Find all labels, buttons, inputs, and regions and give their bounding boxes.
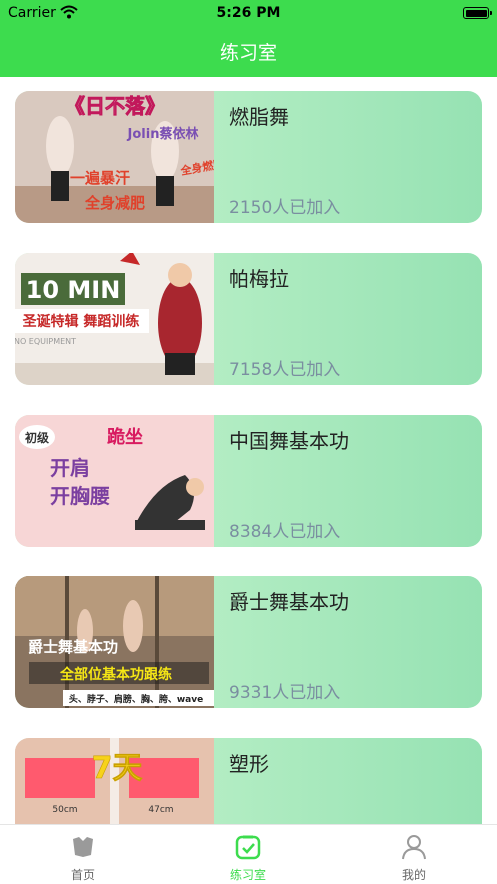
- course-joined-count: 8384人已加入: [229, 522, 341, 542]
- course-title: 爵士舞基本功: [229, 590, 349, 614]
- tab-label: 练习室: [229, 868, 266, 882]
- course-thumbnail: 10 MIN 圣诞特辑 舞蹈训练 NO EQUIPMENT: [15, 253, 214, 385]
- thumb-sub-text: 圣诞特辑 舞蹈训练: [22, 313, 140, 330]
- thumb-line3-text: 头、脖子、肩膀、胸、胯、wave: [69, 693, 203, 705]
- thumb-line2-text: 全身减肥: [84, 194, 145, 212]
- tab-label: 首页: [70, 868, 95, 882]
- thumb-line1-text: 爵士舞基本功: [28, 638, 118, 656]
- thumb-left-text: 50cm: [52, 805, 77, 815]
- page-title: 练习室: [219, 42, 277, 64]
- course-card-pamela[interactable]: 10 MIN 圣诞特辑 舞蹈训练 NO EQUIPMENT 帕梅拉 7158人已…: [15, 253, 482, 385]
- thumb-artist-text: Jolin蔡依林: [127, 126, 199, 142]
- thumb-small-text: NO EQUIPMENT: [15, 337, 76, 346]
- battery-icon: [463, 7, 492, 19]
- app-header: Carrier 5:26 PM 练习室: [0, 0, 497, 77]
- course-joined-count: 2150人已加入: [229, 198, 341, 218]
- tab-home[interactable]: 首页: [23, 825, 143, 884]
- thumb-big-text: 7天: [92, 751, 143, 786]
- course-card-fat-burn-dance[interactable]: 《日不落》 Jolin蔡依林 一遍暴汗 全身减肥 全身燃脂 燃脂舞 2150人已…: [15, 91, 482, 223]
- thumb-tag-text: 初级: [25, 430, 49, 445]
- course-title: 塑形: [229, 752, 269, 776]
- thumb-badge-text: 10 MIN: [26, 276, 121, 304]
- course-thumbnail: 7天 50cm 47cm: [15, 738, 214, 824]
- course-joined-count: 7158人已加入: [229, 360, 341, 380]
- course-title: 帕梅拉: [229, 267, 289, 291]
- course-title: 中国舞基本功: [229, 429, 349, 453]
- course-title: 燃脂舞: [229, 105, 289, 129]
- course-list[interactable]: 《日不落》 Jolin蔡依林 一遍暴汗 全身减肥 全身燃脂 燃脂舞 2150人已…: [0, 77, 497, 824]
- profile-icon: [402, 835, 426, 860]
- home-icon: [73, 837, 93, 857]
- thumb-line2-text: 开胸腰: [50, 484, 110, 508]
- tab-label: 我的: [401, 868, 426, 882]
- thumb-line1-text: 一遍暴汗: [70, 169, 130, 187]
- course-card-chinese-dance-basics[interactable]: 初级 跪坐 开肩 开胸腰 中国舞基本功 8384人已加入: [15, 415, 482, 547]
- thumb-right-text: 47cm: [148, 805, 173, 815]
- thumb-line2-text: 全部位基本功跟练: [59, 666, 172, 683]
- thumb-title-text: 《日不落》: [65, 94, 165, 118]
- thumb-pose-text: 跪坐: [107, 426, 143, 448]
- course-card-jazz-dance-basics[interactable]: 爵士舞基本功 全部位基本功跟练 头、脖子、肩膀、胸、胯、wave 爵士舞基本功 …: [15, 576, 482, 708]
- thumb-line1-text: 开肩: [50, 456, 90, 480]
- tab-bar: 首页 练习室 我的: [0, 824, 497, 884]
- course-thumbnail: 爵士舞基本功 全部位基本功跟练 头、脖子、肩膀、胸、胯、wave: [15, 576, 214, 708]
- status-bar: Carrier 5:26 PM: [0, 3, 497, 23]
- course-joined-count: 9331人已加入: [229, 683, 341, 703]
- course-thumbnail: 初级 跪坐 开肩 开胸腰: [15, 415, 214, 547]
- course-card-body-shaping[interactable]: 7天 50cm 47cm 塑形: [15, 738, 482, 824]
- status-time: 5:26 PM: [216, 5, 281, 21]
- tab-profile[interactable]: 我的: [354, 825, 474, 884]
- course-thumbnail: 《日不落》 Jolin蔡依林 一遍暴汗 全身减肥 全身燃脂: [15, 91, 214, 223]
- tab-practice-room[interactable]: 练习室: [188, 825, 308, 884]
- practice-icon: [235, 835, 261, 860]
